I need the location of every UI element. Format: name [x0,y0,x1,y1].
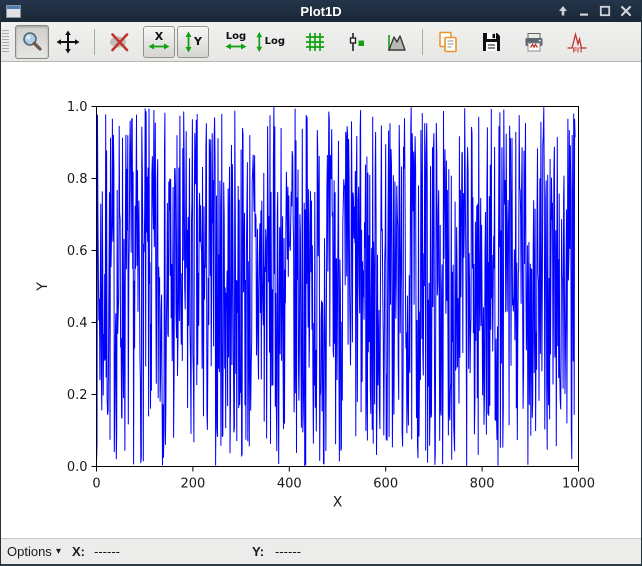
reset-zoom-button[interactable] [104,26,136,58]
x-autoscale-label: X [155,32,163,42]
arrow-up-icon [557,5,569,17]
grid-icon [303,30,327,54]
save-icon [479,30,503,54]
titlebar[interactable]: Plot1D [0,0,642,22]
pan-mode-button[interactable] [51,25,85,59]
minimize-button[interactable] [576,3,592,19]
copy-to-clipboard-button[interactable] [432,26,464,58]
cursor-x-value: ------ [94,539,120,565]
x-tick-label: 0 [92,477,100,492]
x-log-button[interactable]: Log [220,26,252,58]
plot-area: 0 200 400 600 800 1000 0.0 0.2 0.4 0.6 0.8 1.0 X Y [0,62,642,538]
y-log-label: Log [265,37,285,47]
fit-label: FIT [573,47,584,54]
close-button[interactable] [618,3,634,19]
clipboard-icon [436,30,460,54]
y-tick-label: 0.0 [67,460,88,475]
toolbar-handle[interactable] [2,30,9,54]
x-tick-label: 400 [277,477,302,492]
y-autoscale-icon [184,31,193,53]
x-log-icon [225,42,247,51]
reset-zoom-icon [108,30,132,54]
cursor-y-label: Y: [252,539,264,565]
y-autoscale-label: Y [194,37,202,47]
toolbar-separator [422,29,423,55]
y-tick-label: 0.2 [67,388,88,403]
peaks-search-button[interactable] [381,26,413,58]
statusbar: Options ▾ X: ------ Y: ------ [0,538,642,566]
save-button[interactable] [475,26,507,58]
app-window: Plot1D [0,0,642,566]
fit-icon: FIT [565,30,589,54]
y-tick-label: 0.8 [67,172,88,187]
y-tick-label: 0.4 [67,316,88,331]
plot-canvas[interactable]: 0 200 400 600 800 1000 0.0 0.2 0.4 0.6 0.8 1.0 X Y [0,62,642,538]
print-button[interactable] [518,26,550,58]
markers-icon [344,30,368,54]
zoom-mode-button[interactable] [15,25,49,59]
options-menu-button[interactable]: Options [7,539,52,565]
y-log-button[interactable]: Log [254,26,286,58]
maximize-button[interactable] [597,3,613,19]
cursor-x-label: X: [72,539,85,565]
pan-arrows-icon [56,30,80,54]
y-tick-label: 0.6 [67,244,88,259]
fit-button[interactable]: FIT [561,26,593,58]
x-autoscale-button[interactable]: X [143,26,175,58]
x-autoscale-icon [148,42,170,51]
window-menu-icon[interactable] [6,5,21,18]
y-autoscale-button[interactable]: Y [177,26,209,58]
toolbar: X Y Log Log [0,22,642,62]
x-tick-label: 800 [470,477,495,492]
magnifier-icon [20,30,44,54]
data-curve [97,107,576,467]
x-tick-label: 200 [180,477,205,492]
y-axis-label: Y [35,282,51,292]
shade-button[interactable] [555,3,571,19]
cursor-y-value: ------ [275,539,301,565]
grid-toggle-button[interactable] [299,26,331,58]
y-tick-label: 1.0 [67,100,88,115]
peaks-icon [385,30,409,54]
y-log-icon [255,31,264,53]
close-icon [620,5,632,17]
x-log-label: Log [226,32,246,42]
markers-toggle-button[interactable] [340,26,372,58]
toolbar-separator [94,29,95,55]
window-controls [555,3,634,19]
minimize-icon [578,5,590,17]
caret-down-icon: ▾ [56,539,61,565]
window-title: Plot1D [0,4,642,19]
x-tick-label: 1000 [562,477,595,492]
x-tick-label: 600 [373,477,398,492]
maximize-icon [599,5,611,17]
x-axis-label: X [333,495,343,511]
print-icon [522,30,546,54]
